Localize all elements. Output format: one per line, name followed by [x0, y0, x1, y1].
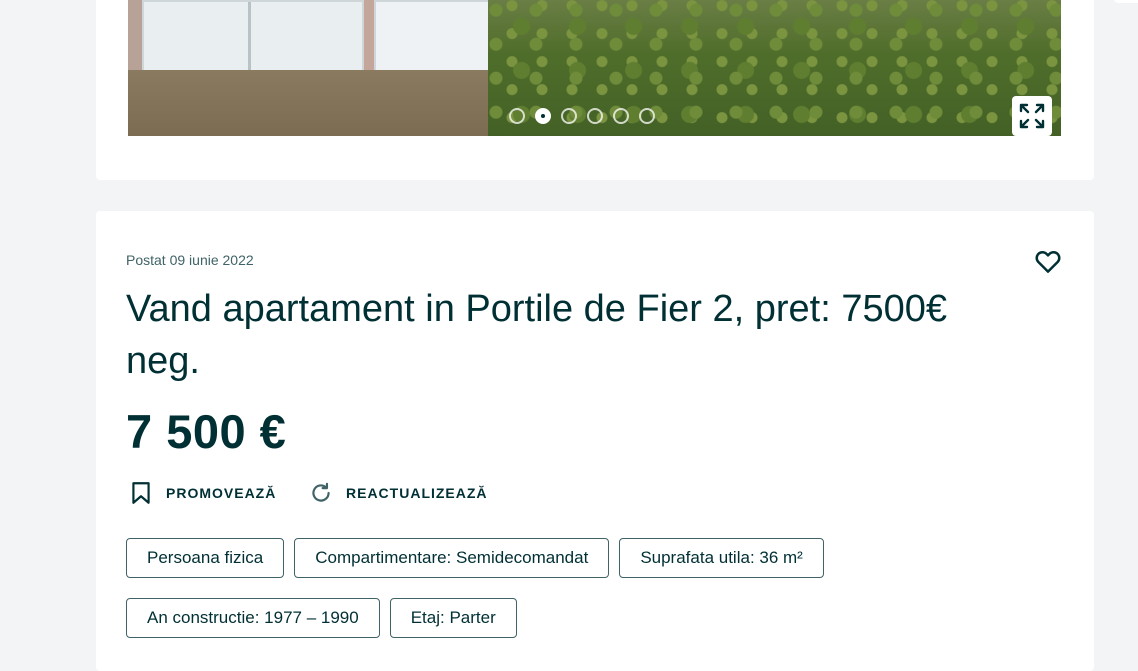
favorite-button[interactable] — [1032, 245, 1064, 277]
expand-icon — [1019, 103, 1045, 129]
listing-title: Vand apartament in Portile de Fier 2, pr… — [126, 288, 948, 382]
param-layout: Compartimentare: Semidecomandat — [294, 538, 610, 578]
promote-button[interactable]: PROMOVEAZĂ — [128, 479, 276, 507]
param-seller-type: Persoana fizica — [126, 538, 285, 578]
bookmark-icon — [132, 482, 150, 504]
listing-params: Persoana fizica Compartimentare: Semidec… — [126, 538, 886, 638]
refresh-icon — [312, 482, 330, 502]
listing-price: 7 500 € — [126, 405, 287, 458]
gallery-dot-1[interactable] — [509, 108, 525, 124]
promote-label: PROMOVEAZĂ — [166, 485, 277, 501]
side-panel-edge — [1113, 0, 1138, 3]
refresh-button[interactable]: REACTUALIZEAZĂ — [308, 479, 488, 507]
posted-date: Postat 09 iunie 2022 — [126, 252, 254, 268]
gallery-dot-5[interactable] — [613, 108, 629, 124]
fullscreen-button[interactable] — [1012, 96, 1052, 136]
gallery-pagination — [509, 108, 655, 124]
gallery-dot-4[interactable] — [587, 108, 603, 124]
gallery-dot-2-active[interactable] — [535, 108, 551, 124]
param-area: Suprafata utila: 36 m² — [619, 538, 824, 578]
gallery-dot-6[interactable] — [639, 108, 655, 124]
heart-icon — [1035, 250, 1061, 273]
refresh-label: REACTUALIZEAZĂ — [346, 485, 488, 501]
gallery-dot-3[interactable] — [561, 108, 577, 124]
param-floor: Etaj: Parter — [389, 598, 517, 638]
param-build-year: An constructie: 1977 – 1990 — [126, 598, 380, 638]
